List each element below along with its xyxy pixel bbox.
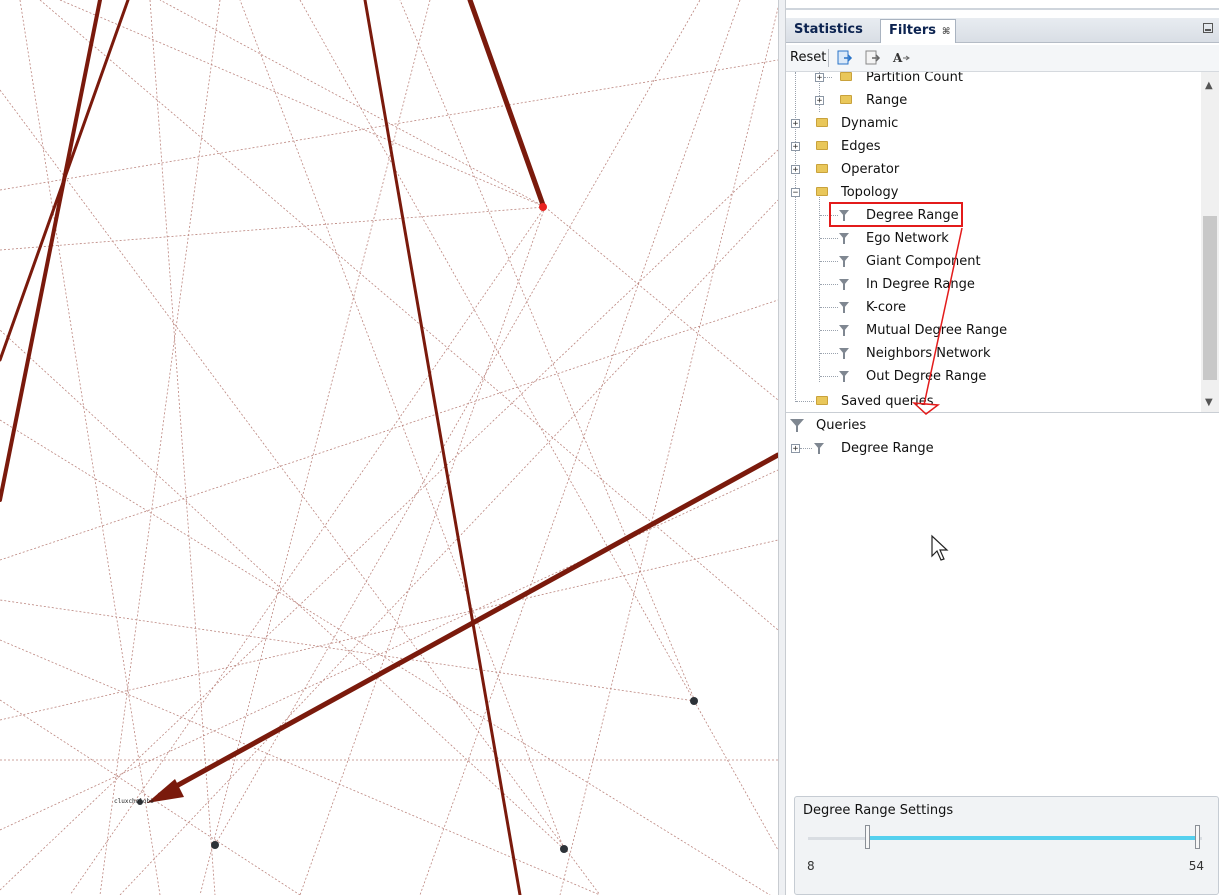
close-icon[interactable]: ⌘ (942, 27, 950, 37)
filters-panel: Statistics Filters ⌘ Reset A + Partition … (786, 0, 1219, 895)
tree-item-label: Operator (841, 162, 900, 177)
filter-icon (839, 256, 849, 267)
range-slider-high-thumb[interactable] (1195, 825, 1200, 849)
tree-item-label: Partition Count (866, 72, 963, 85)
degree-range-settings: Degree Range Settings 8 54 (794, 796, 1219, 895)
tree-item-label: Saved queries (841, 394, 934, 409)
folder-icon (840, 72, 852, 81)
tree-item-label: Dynamic (841, 116, 899, 131)
node-label: cluxcholobe (114, 798, 154, 805)
graph-edges (0, 0, 778, 895)
tree-item-label: Neighbors Network (866, 346, 991, 361)
filters-toolbar: Reset A (786, 45, 1219, 72)
svg-text:A: A (892, 51, 903, 65)
rename-icon[interactable]: A (892, 49, 910, 67)
filter-icon (839, 348, 849, 359)
tab-label: Statistics (794, 22, 863, 37)
queries-panel[interactable]: Queries + Degree Range (786, 414, 1219, 794)
expand-icon[interactable]: + (815, 96, 824, 106)
folder-icon (816, 141, 828, 150)
folder-icon (816, 396, 828, 405)
tree-item-label: Range (866, 93, 908, 108)
scrollbar-thumb[interactable] (1203, 216, 1217, 380)
tree-item-label: K-core (866, 300, 907, 315)
reset-button[interactable]: Reset (788, 48, 828, 68)
tree-item-k-core[interactable]: K-core (786, 296, 1196, 319)
filter-icon (814, 443, 824, 454)
range-slider-selection[interactable] (870, 836, 1200, 840)
tree-item-label: Giant Component (866, 254, 981, 269)
tree-item-label: Topology (841, 185, 899, 200)
filter-icon (839, 371, 849, 382)
filter-icon (839, 210, 849, 221)
expand-icon[interactable]: + (815, 73, 824, 83)
tree-item-dynamic[interactable]: + Dynamic (786, 112, 1196, 135)
filter-icon (839, 325, 849, 336)
filter-library-tree: + Partition Count + Range + Dynamic + Ed… (786, 72, 1219, 413)
minimize-icon[interactable] (1203, 23, 1213, 33)
tree-item-label: Edges (841, 139, 881, 154)
range-max-label: 54 (1188, 859, 1204, 873)
collapse-icon[interactable]: − (791, 188, 800, 198)
queries-root-label: Queries (816, 418, 867, 433)
range-min-label: 8 (807, 859, 815, 873)
library-scrollbar[interactable]: ▲ ▼ (1201, 72, 1219, 412)
scroll-up-icon[interactable]: ▲ (1205, 80, 1213, 91)
filter-icon (839, 302, 849, 313)
folder-icon (816, 164, 828, 173)
queries-root[interactable]: Queries (786, 414, 1196, 437)
tab-bar: Statistics Filters ⌘ (786, 18, 1219, 43)
tree-item-edges[interactable]: + Edges (786, 135, 1196, 158)
tree-item-operator[interactable]: + Operator (786, 158, 1196, 181)
tree-item-out-degree-range[interactable]: Out Degree Range (786, 365, 1196, 388)
tree-item-topology[interactable]: − Topology (786, 181, 1196, 204)
tree-item-partition-count[interactable]: + Partition Count (786, 72, 1196, 89)
graph-node[interactable] (690, 697, 698, 705)
tree-item-neighbors-network[interactable]: Neighbors Network (786, 342, 1196, 365)
expand-icon[interactable]: + (791, 119, 800, 129)
filter-icon (839, 233, 849, 244)
export-query-icon[interactable] (864, 49, 882, 67)
highlighted-node[interactable] (539, 203, 547, 211)
expand-icon[interactable]: + (791, 444, 800, 454)
queries-filter-icon (790, 419, 804, 432)
tree-item-label: Out Degree Range (866, 369, 987, 384)
tree-item-label: In Degree Range (866, 277, 975, 292)
export-filter-icon[interactable] (836, 49, 854, 67)
tree-item-in-degree-range[interactable]: In Degree Range (786, 273, 1196, 296)
settings-title: Degree Range Settings (803, 803, 954, 818)
tree-item-range[interactable]: + Range (786, 89, 1196, 112)
expand-icon[interactable]: + (791, 165, 800, 175)
split-divider[interactable] (778, 0, 786, 895)
range-slider-low-thumb[interactable] (865, 825, 870, 849)
tree-item-label: Mutual Degree Range (866, 323, 1008, 338)
tab-statistics[interactable]: Statistics (786, 19, 878, 41)
query-item-degree-range[interactable]: + Degree Range (786, 437, 1196, 460)
tab-label: Filters (889, 23, 936, 38)
query-item-label: Degree Range (841, 441, 934, 456)
tree-item-saved-queries[interactable]: Saved queries (786, 390, 1196, 412)
toolbar-separator (828, 49, 829, 67)
folder-icon (816, 118, 828, 127)
open-folder-icon (816, 187, 828, 196)
folder-icon (840, 95, 852, 104)
tab-filters[interactable]: Filters ⌘ (880, 19, 956, 43)
graph-node[interactable] (560, 845, 568, 853)
tree-item-label: Ego Network (866, 231, 949, 246)
graph-canvas[interactable]: cluxcholobe (0, 0, 778, 895)
tree-item-ego-network[interactable]: Ego Network (786, 227, 1196, 250)
scroll-down-icon[interactable]: ▼ (1205, 397, 1213, 408)
filter-icon (839, 279, 849, 290)
tree-item-label: Degree Range (866, 208, 959, 223)
tree-item-degree-range[interactable]: Degree Range (786, 204, 1196, 227)
graph-node[interactable] (211, 841, 219, 849)
tree-item-mutual-degree-range[interactable]: Mutual Degree Range (786, 319, 1196, 342)
window-top-rule (786, 8, 1219, 10)
expand-icon[interactable]: + (791, 142, 800, 152)
mouse-cursor-icon (931, 534, 949, 561)
tree-item-giant-component[interactable]: Giant Component (786, 250, 1196, 273)
